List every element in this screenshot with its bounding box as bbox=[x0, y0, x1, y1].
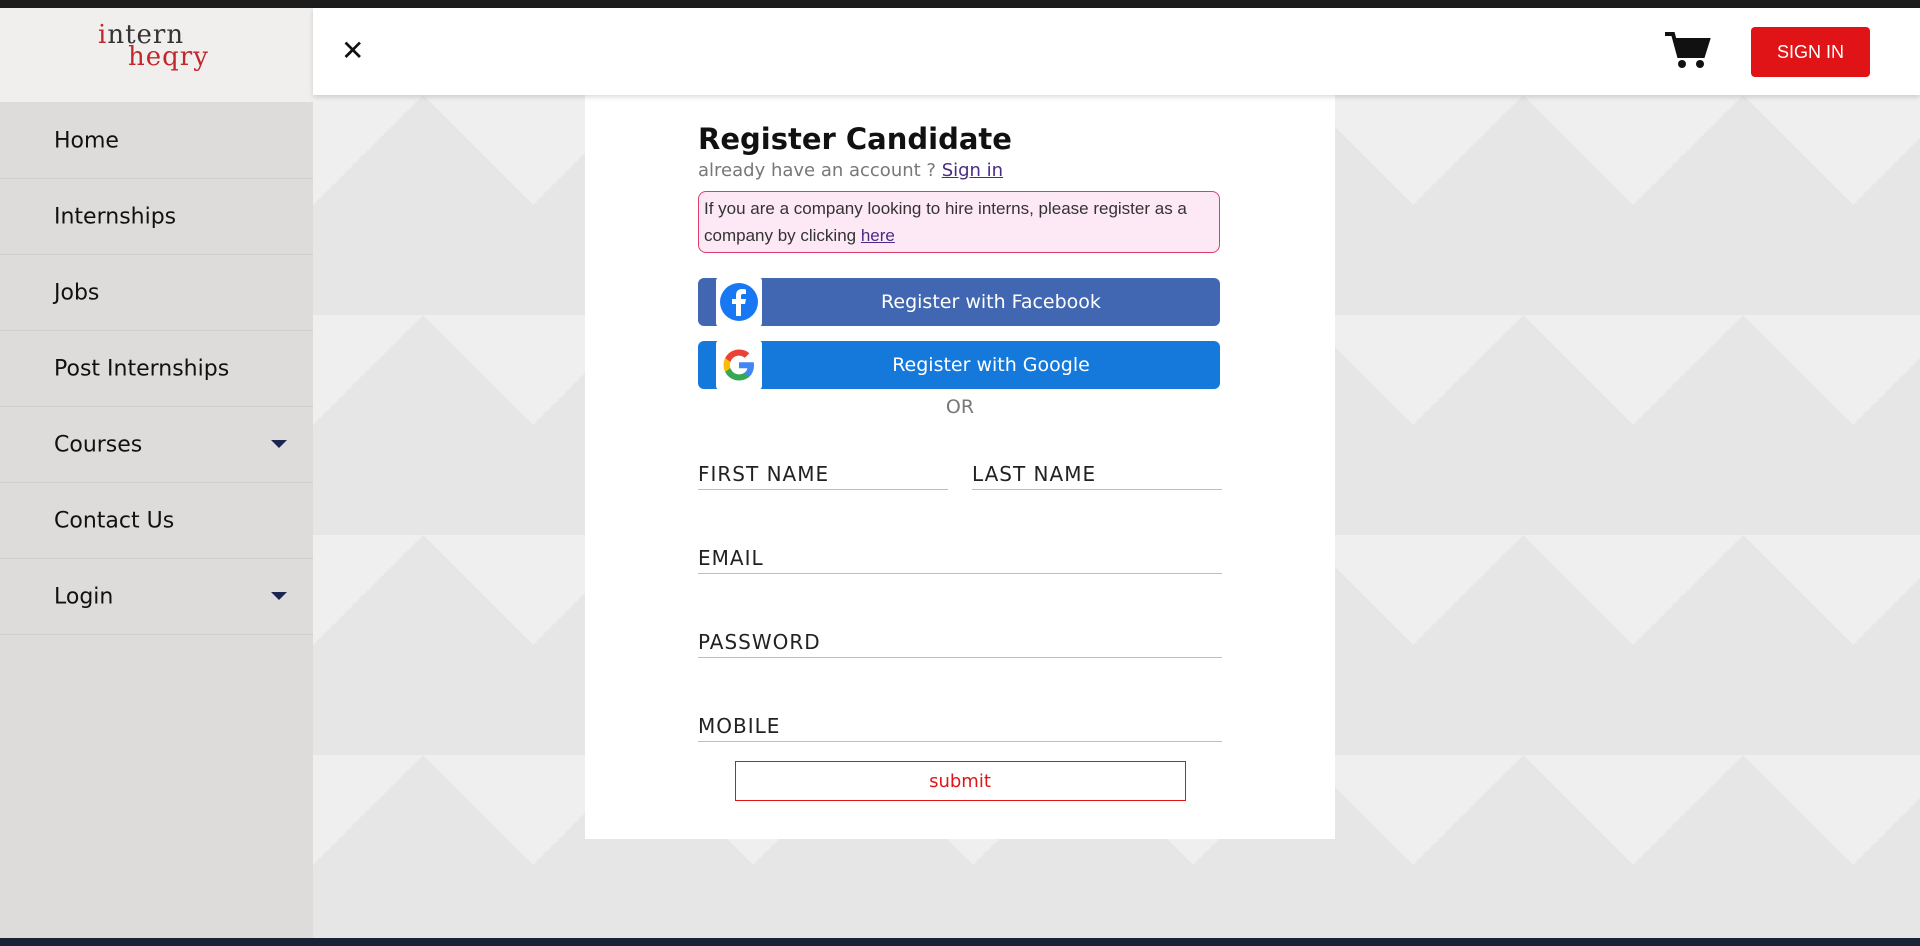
close-icon[interactable]: ✕ bbox=[341, 34, 364, 67]
nav-item-label: Courses bbox=[54, 432, 143, 457]
top-strip bbox=[0, 0, 1920, 8]
first-name-input[interactable] bbox=[698, 462, 948, 490]
caret-down-icon[interactable] bbox=[271, 440, 287, 448]
password-input[interactable] bbox=[698, 630, 1222, 658]
or-divider: OR bbox=[945, 396, 975, 418]
logo-box: intern heqry bbox=[0, 8, 313, 102]
signin-prompt: already have an account ? Sign in bbox=[698, 160, 1222, 181]
email-input[interactable] bbox=[698, 546, 1222, 574]
page-title: Register Candidate bbox=[698, 122, 1012, 156]
bottom-strip bbox=[0, 938, 1920, 946]
nav-item-label: Home bbox=[54, 128, 119, 153]
signin-prompt-text: already have an account ? bbox=[698, 160, 942, 181]
google-icon bbox=[716, 340, 762, 390]
logo-line2: heqry bbox=[128, 42, 209, 72]
logo-i: i bbox=[98, 20, 108, 50]
nav-item-post-internships[interactable]: Post Internships bbox=[0, 331, 313, 407]
name-row bbox=[698, 462, 1222, 490]
submit-button[interactable]: submit bbox=[734, 761, 1186, 801]
company-notice-text: If you are a company looking to hire int… bbox=[704, 199, 1187, 245]
mobile-input[interactable] bbox=[698, 714, 1222, 742]
register-google-button[interactable]: Register with Google bbox=[698, 340, 1220, 390]
google-button-label: Register with Google bbox=[892, 354, 1090, 376]
cart-icon[interactable] bbox=[1663, 30, 1711, 70]
nav-item-home[interactable]: Home bbox=[0, 103, 313, 179]
nav-item-label: Internships bbox=[54, 204, 177, 229]
register-facebook-button[interactable]: Register with Facebook bbox=[698, 277, 1220, 327]
nav-item-courses[interactable]: Courses bbox=[0, 407, 313, 483]
nav-item-jobs[interactable]: Jobs bbox=[0, 255, 313, 331]
sign-in-button[interactable]: SIGN IN bbox=[1751, 27, 1870, 77]
nav-item-label: Login bbox=[54, 584, 114, 609]
nav-item-login[interactable]: Login bbox=[0, 559, 313, 635]
facebook-icon bbox=[716, 277, 762, 327]
sidebar: intern heqry Home Internships Jobs Post … bbox=[0, 8, 313, 938]
company-notice: If you are a company looking to hire int… bbox=[698, 191, 1220, 253]
sidebar-nav: Home Internships Jobs Post Internships C… bbox=[0, 103, 313, 635]
company-register-link[interactable]: here bbox=[861, 226, 895, 245]
sign-in-link[interactable]: Sign in bbox=[942, 160, 1003, 181]
caret-down-icon[interactable] bbox=[271, 592, 287, 600]
last-name-input[interactable] bbox=[972, 462, 1222, 490]
nav-item-label: Contact Us bbox=[54, 508, 175, 533]
register-card: Register Candidate already have an accou… bbox=[585, 95, 1335, 839]
nav-item-label: Jobs bbox=[54, 280, 100, 305]
nav-item-label: Post Internships bbox=[54, 356, 230, 381]
top-header: ✕ SIGN IN bbox=[313, 8, 1920, 95]
nav-item-internships[interactable]: Internships bbox=[0, 179, 313, 255]
register-form: Register Candidate already have an accou… bbox=[698, 122, 1222, 801]
logo[interactable]: intern heqry bbox=[98, 22, 209, 72]
nav-item-contact-us[interactable]: Contact Us bbox=[0, 483, 313, 559]
facebook-button-label: Register with Facebook bbox=[881, 291, 1101, 313]
